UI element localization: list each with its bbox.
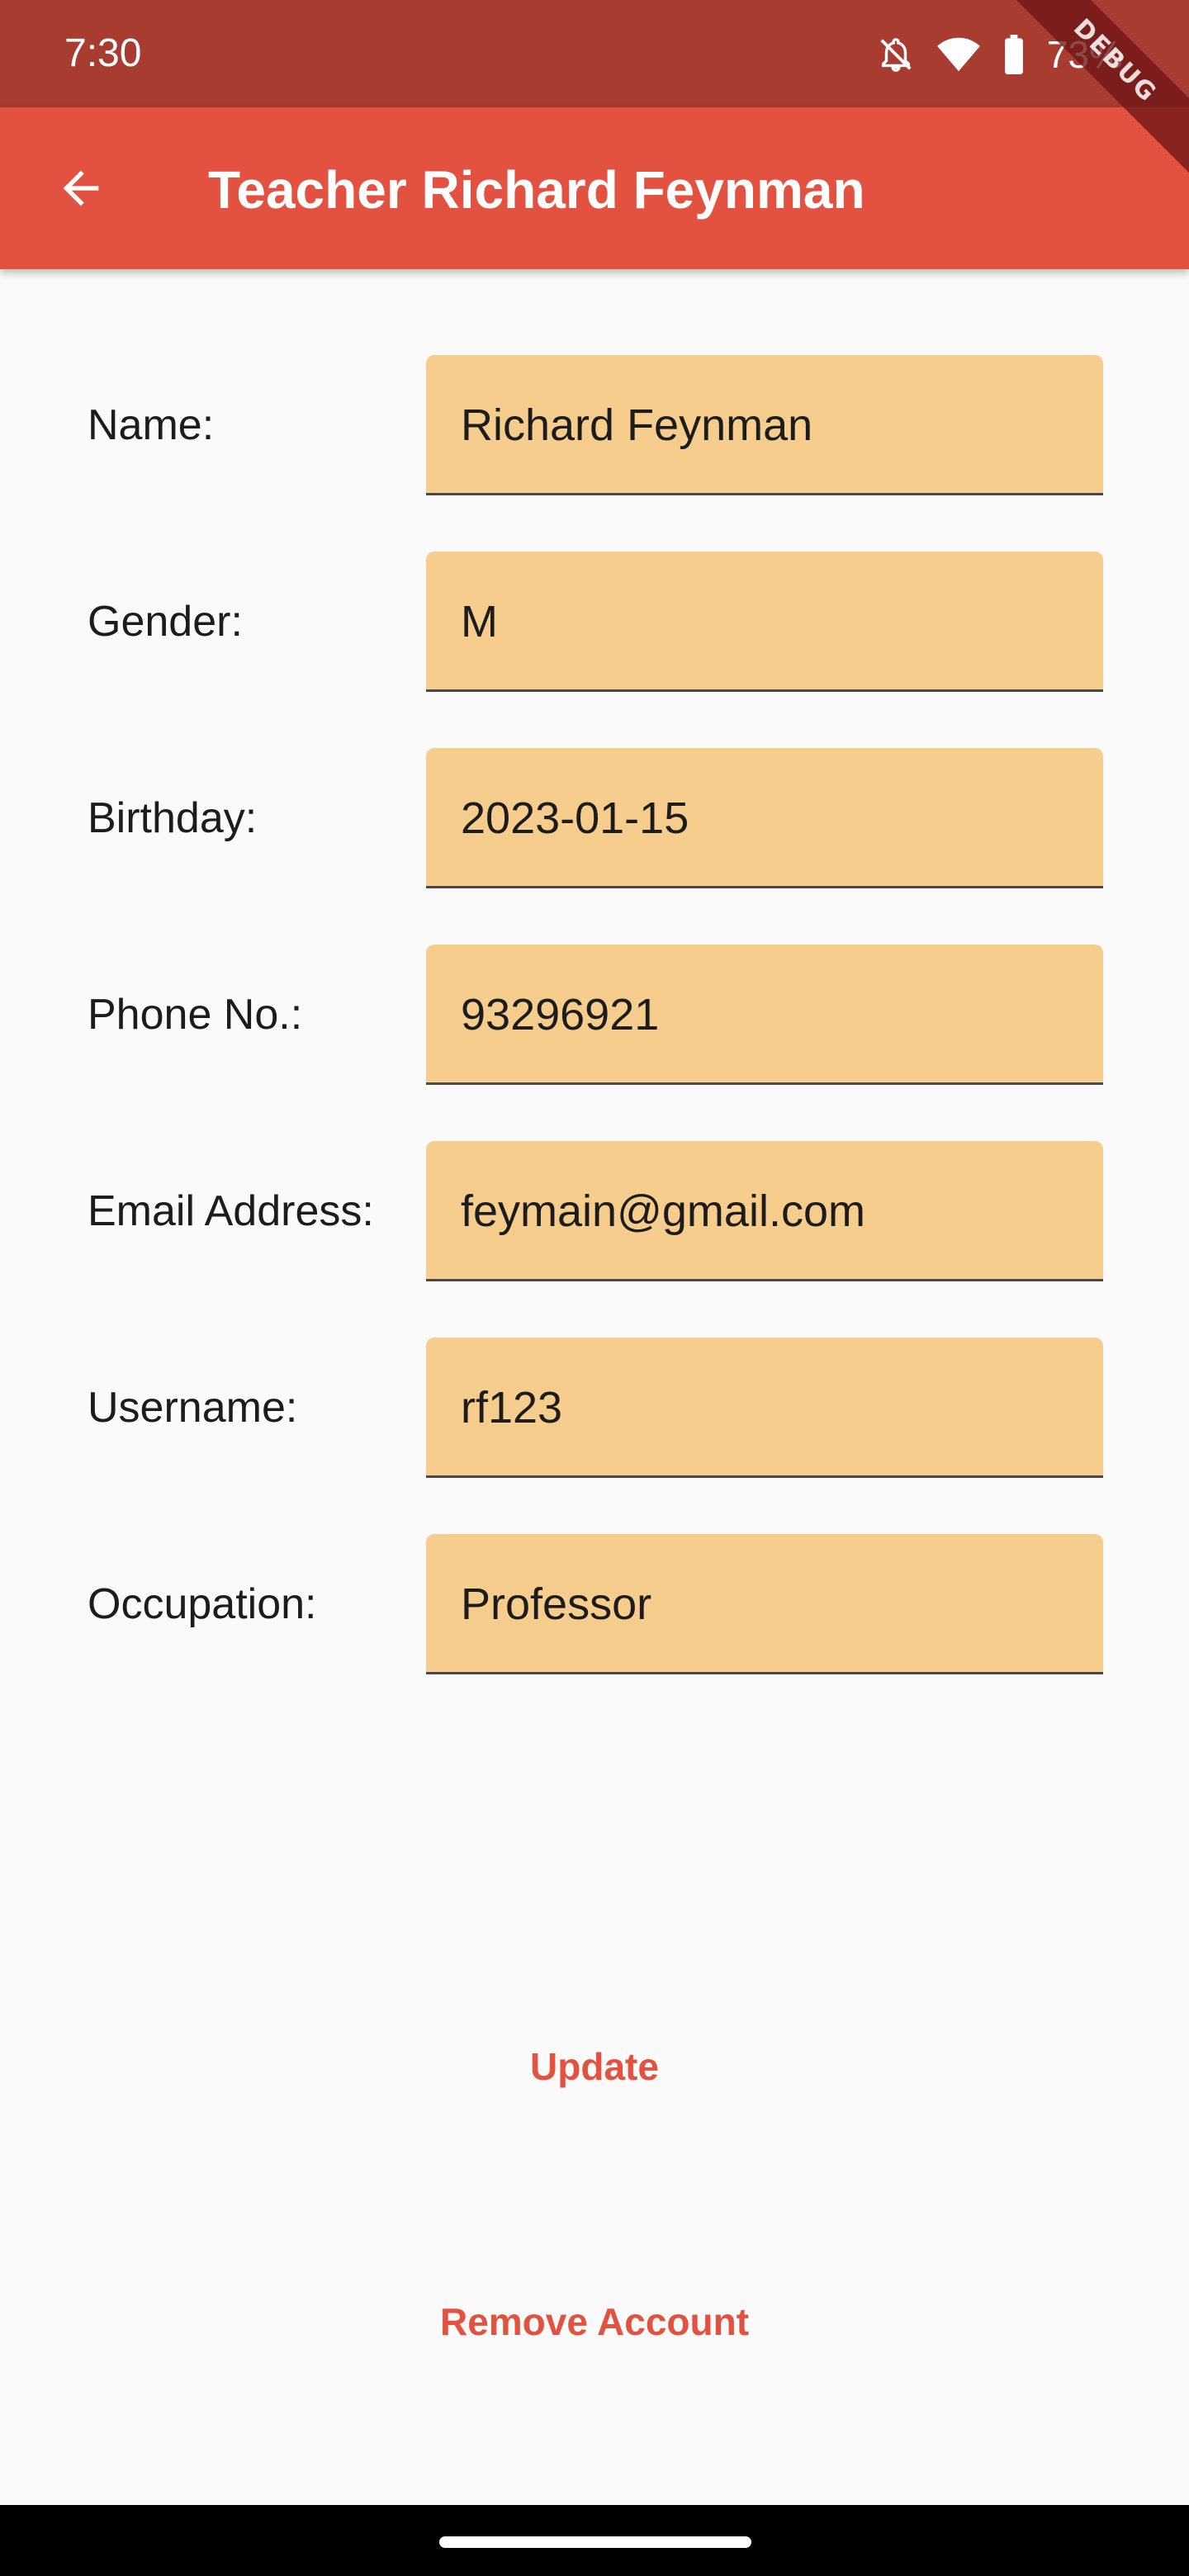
home-indicator[interactable]: [439, 2536, 751, 2548]
username-field[interactable]: rf123: [426, 1338, 1103, 1478]
phone-label: Phone No.:: [88, 991, 303, 1039]
back-button[interactable]: [41, 149, 121, 228]
name-row: Name: Richard Feynman: [0, 355, 1189, 495]
birthday-row: Birthday: 2023-01-15: [0, 748, 1189, 888]
app-bar: Teacher Richard Feynman: [0, 107, 1189, 269]
gender-row: Gender: M: [0, 552, 1189, 692]
occupation-value: Professor: [461, 1579, 652, 1629]
status-bar: 7:30 73% DEBUG: [0, 0, 1189, 197]
notifications-off-icon: [877, 35, 915, 74]
wifi-icon: [936, 36, 981, 73]
email-value: feymain@gmail.com: [461, 1186, 865, 1236]
phone-value: 93296921: [461, 990, 660, 1039]
name-field[interactable]: Richard Feynman: [426, 355, 1103, 495]
system-nav-bar: [0, 2505, 1189, 2576]
email-field[interactable]: feymain@gmail.com: [426, 1141, 1103, 1281]
gender-label: Gender:: [88, 598, 243, 646]
name-value: Richard Feynman: [461, 400, 813, 450]
username-label: Username:: [88, 1384, 298, 1432]
gender-field[interactable]: M: [426, 552, 1103, 692]
update-button[interactable]: Update: [0, 2043, 1189, 2090]
name-label: Name:: [88, 401, 215, 449]
status-time: 7:30: [64, 31, 142, 75]
birthday-label: Birthday:: [88, 794, 258, 842]
arrow-back-icon: [63, 170, 99, 206]
occupation-row: Occupation: Professor: [0, 1534, 1189, 1674]
username-row: Username: rf123: [0, 1338, 1189, 1478]
birthday-value: 2023-01-15: [461, 793, 689, 843]
username-value: rf123: [461, 1383, 563, 1432]
occupation-label: Occupation:: [88, 1580, 317, 1628]
battery-icon: [1002, 35, 1026, 74]
page-title: Teacher Richard Feynman: [208, 160, 865, 220]
occupation-field[interactable]: Professor: [426, 1534, 1103, 1674]
email-row: Email Address: feymain@gmail.com: [0, 1141, 1189, 1281]
phone-field[interactable]: 93296921: [426, 945, 1103, 1085]
birthday-field[interactable]: 2023-01-15: [426, 748, 1103, 888]
remove-account-button[interactable]: Remove Account: [0, 2299, 1189, 2345]
phone-row: Phone No.: 93296921: [0, 945, 1189, 1085]
gender-value: M: [461, 597, 498, 646]
email-label: Email Address:: [88, 1187, 374, 1235]
